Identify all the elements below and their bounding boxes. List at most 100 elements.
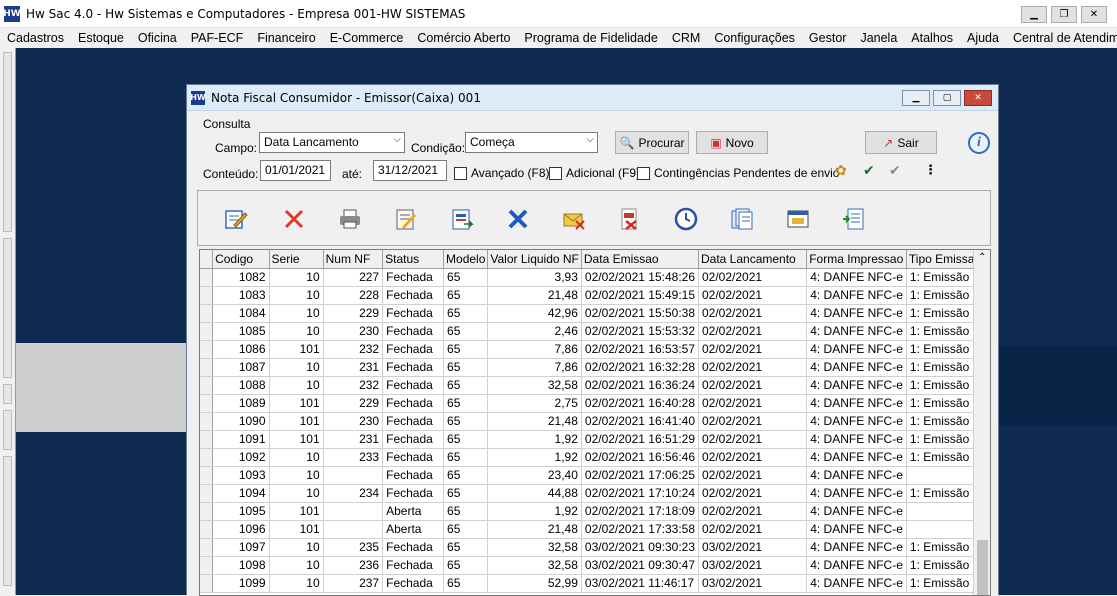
column-header-valor-liquido-nf[interactable]: Valor Liquido NF [487, 250, 582, 269]
pdf-error-icon[interactable] [616, 205, 644, 233]
row-indicator[interactable] [200, 286, 214, 305]
restore-button[interactable]: ❐ [1051, 6, 1077, 23]
row-indicator[interactable] [200, 430, 214, 449]
check-gray-icon[interactable]: ✔ [889, 163, 901, 179]
row-indicator[interactable] [200, 358, 214, 377]
menu-item-cadastros[interactable]: Cadastros [0, 31, 71, 45]
table-row[interactable]: 1096 101 Aberta 65 21,48 02/02/2021 17:33:58 0… [200, 520, 990, 539]
menu-item-estoque[interactable]: Estoque [71, 31, 131, 45]
nfce-minimize-button[interactable]: ▁ [902, 90, 930, 106]
scroll-thumb[interactable] [977, 540, 988, 595]
documents-icon[interactable] [728, 205, 756, 233]
table-row[interactable]: 1085 10 230 Fechada 65 2,46 02/02/2021 15:53:3… [200, 322, 990, 341]
email-error-icon[interactable] [560, 205, 588, 233]
row-indicator[interactable] [200, 538, 214, 557]
table-row[interactable]: 1083 10 228 Fechada 65 21,48 02/02/2021 15:49:… [200, 286, 990, 305]
table-row[interactable]: 1092 10 233 Fechada 65 1,92 02/02/2021 16:56:4… [200, 448, 990, 467]
menu-item-janela[interactable]: Janela [853, 31, 904, 45]
sidebar-segment[interactable] [3, 238, 12, 378]
table-row[interactable]: 1086 101 232 Fechada 65 7,86 02/02/2021 16:53:… [200, 340, 990, 359]
column-header-forma-impressao[interactable]: Forma Impressao [806, 250, 907, 269]
row-indicator[interactable] [200, 268, 214, 287]
table-row[interactable]: 1084 10 229 Fechada 65 42,96 02/02/2021 15:50:… [200, 304, 990, 323]
table-row[interactable]: 1097 10 235 Fechada 65 32,58 03/02/2021 09:30:… [200, 538, 990, 557]
sidebar-segment[interactable] [3, 456, 12, 586]
check-all-icon[interactable]: ✔ [863, 163, 875, 179]
table-row[interactable]: 1089 101 229 Fechada 65 2,75 02/02/2021 16:40:… [200, 394, 990, 413]
table-row[interactable]: 1099 10 237 Fechada 65 52,99 03/02/2021 11:46:… [200, 574, 990, 593]
vertical-scrollbar[interactable]: ⌃ [973, 250, 990, 595]
row-indicator[interactable] [200, 448, 214, 467]
table-row[interactable]: 1095 101 Aberta 65 1,92 02/02/2021 17:18:09 02… [200, 502, 990, 521]
menu-item-configura-es[interactable]: Configurações [707, 31, 802, 45]
table-row[interactable]: 1088 10 232 Fechada 65 32,58 02/02/2021 16:36:… [200, 376, 990, 395]
nfce-maximize-button[interactable]: ▢ [933, 90, 961, 106]
table-row[interactable]: 1090 101 230 Fechada 65 21,48 02/02/2021 16:41… [200, 412, 990, 431]
sidebar-segment[interactable] [3, 52, 12, 232]
row-indicator[interactable] [200, 412, 214, 431]
refresh-icon[interactable]: ✿ [835, 163, 847, 179]
table-row[interactable]: 1087 10 231 Fechada 65 7,86 02/02/2021 16:32:2… [200, 358, 990, 377]
menu-item-e-commerce[interactable]: E-Commerce [323, 31, 411, 45]
menu-item-atalhos[interactable]: Atalhos [904, 31, 960, 45]
campo-select[interactable]: Data Lancamento ⌵ [259, 132, 405, 153]
sidebar-segment[interactable] [3, 384, 12, 404]
row-indicator[interactable] [200, 322, 214, 341]
row-indicator[interactable] [200, 484, 214, 503]
edit-icon[interactable] [222, 205, 250, 233]
cancel-icon[interactable] [504, 205, 532, 233]
close-button[interactable]: ✕ [1081, 6, 1107, 23]
novo-button[interactable]: ▣ Novo [696, 131, 768, 154]
row-indicator[interactable] [200, 394, 214, 413]
row-indicator[interactable] [200, 502, 214, 521]
condicao-select[interactable]: Começa ⌵ [465, 132, 598, 153]
table-row[interactable]: 1094 10 234 Fechada 65 44,88 02/02/2021 17:10:… [200, 484, 990, 503]
row-indicator[interactable] [200, 556, 214, 575]
contingencias-checkbox[interactable]: Contingências Pendentes de envio [637, 166, 839, 180]
menu-item-programa-de-fidelidade[interactable]: Programa de Fidelidade [517, 31, 664, 45]
table-row[interactable]: 1091 101 231 Fechada 65 1,92 02/02/2021 16:51:… [200, 430, 990, 449]
row-indicator[interactable] [200, 340, 214, 359]
clock-icon[interactable] [672, 205, 700, 233]
table-row[interactable]: 1098 10 236 Fechada 65 32,58 03/02/2021 09:30:… [200, 556, 990, 575]
avancado-checkbox[interactable]: Avançado (F8) [454, 166, 550, 180]
sidebar-segment[interactable] [3, 410, 12, 450]
column-header-data-lancamento[interactable]: Data Lancamento [698, 250, 808, 269]
column-header-num-nf[interactable]: Num NF [323, 250, 384, 269]
delete-icon[interactable] [280, 205, 308, 233]
menu-item-financeiro[interactable]: Financeiro [250, 31, 322, 45]
row-indicator[interactable] [200, 520, 214, 539]
window-icon[interactable] [784, 205, 812, 233]
column-header-codigo[interactable]: Codigo [212, 250, 270, 269]
column-header-modelo[interactable]: Modelo [443, 250, 489, 269]
menu-item-central-de-atendimento[interactable]: Central de Atendimento [1006, 31, 1117, 45]
print-icon[interactable] [336, 205, 364, 233]
menu-item-oficina[interactable]: Oficina [131, 31, 184, 45]
menu-item-ajuda[interactable]: Ajuda [960, 31, 1006, 45]
info-icon[interactable]: i [968, 132, 990, 154]
report-icon[interactable] [448, 205, 476, 233]
ate-input[interactable]: 31/12/2021 [373, 160, 447, 181]
sair-button[interactable]: ↗ Sair [865, 131, 937, 154]
menu-item-crm[interactable]: CRM [665, 31, 707, 45]
column-header-data-emissao[interactable]: Data Emissao [581, 250, 700, 269]
conteudo-input[interactable]: 01/01/2021 [260, 160, 331, 181]
menu-item-paf-ecf[interactable]: PAF-ECF [184, 31, 251, 45]
menu-item-com-rcio-aberto[interactable]: Comércio Aberto [410, 31, 517, 45]
menu-item-gestor[interactable]: Gestor [802, 31, 854, 45]
adicional-checkbox[interactable]: Adicional (F9) [549, 166, 640, 180]
row-indicator[interactable] [200, 304, 214, 323]
column-header-status[interactable]: Status [382, 250, 445, 269]
list-icon[interactable] [840, 205, 868, 233]
table-row[interactable]: 1093 10 Fechada 65 23,40 02/02/2021 17:06:25 0… [200, 466, 990, 485]
minimize-button[interactable]: ▁ [1021, 6, 1047, 23]
procurar-button[interactable]: 🔍 Procurar [615, 131, 689, 154]
scroll-up-icon[interactable]: ⌃ [978, 252, 986, 263]
table-row[interactable]: 1082 10 227 Fechada 65 3,93 02/02/2021 15:48:2… [200, 268, 990, 287]
row-indicator[interactable] [200, 376, 214, 395]
sign-icon[interactable] [392, 205, 420, 233]
row-indicator[interactable] [200, 574, 214, 593]
nfce-close-button[interactable]: ✕ [964, 90, 992, 106]
more-options-icon[interactable]: ⋮ [924, 163, 937, 178]
column-header-serie[interactable]: Serie [269, 250, 324, 269]
